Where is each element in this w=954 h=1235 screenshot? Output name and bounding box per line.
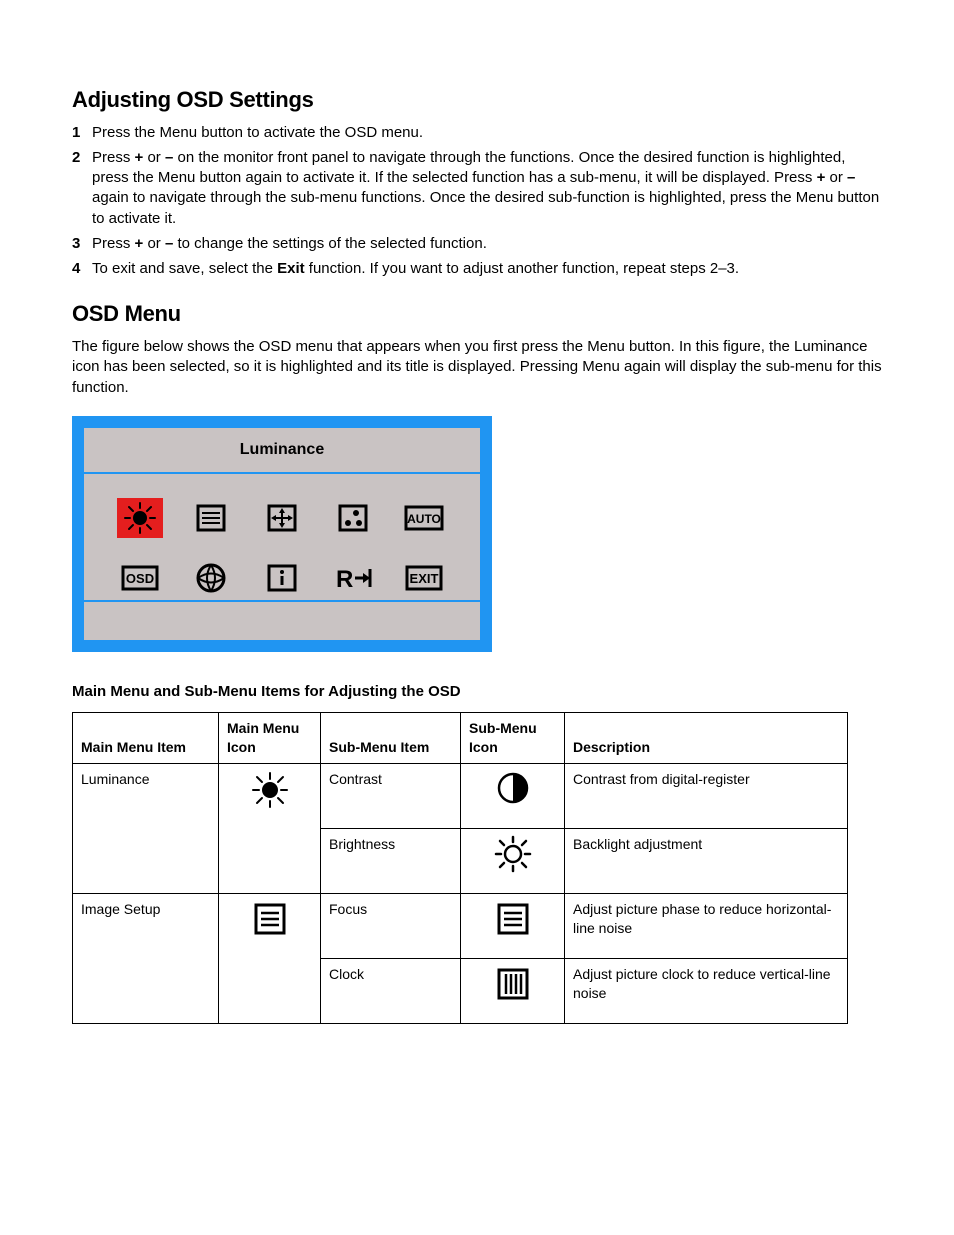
osd-footer	[84, 602, 480, 640]
image-setup-icon	[188, 498, 234, 538]
osd-intro-text: The figure below shows the OSD menu that…	[72, 337, 886, 398]
cell-main-item: Image Setup	[73, 893, 219, 1023]
cell-main-icon	[219, 763, 321, 893]
table-header-row: Main Menu Item Main Menu Icon Sub-Menu I…	[73, 713, 848, 764]
osd-setup-icon: OSD	[117, 558, 163, 598]
step-text: Press + or – to change the settings of t…	[92, 235, 487, 252]
step-2: 2 Press + or – on the monitor front pane…	[72, 148, 886, 229]
step-text: To exit and save, select the Exit functi…	[92, 260, 739, 277]
luminance-icon	[117, 498, 163, 538]
col-sub-item: Sub-Menu Item	[321, 713, 461, 764]
information-icon	[259, 558, 305, 598]
osd-window-figure: Luminance	[72, 416, 492, 652]
focus-icon	[461, 893, 565, 958]
language-icon	[188, 558, 234, 598]
steps-list: 1 Press the Menu button to activate the …	[72, 123, 886, 280]
cell-sub-item: Contrast	[321, 763, 461, 828]
cell-sub-item: Clock	[321, 958, 461, 1023]
brightness-icon	[461, 828, 565, 893]
section-heading-osd-menu: OSD Menu	[72, 299, 886, 329]
svg-text:EXIT: EXIT	[410, 571, 439, 586]
contrast-icon	[461, 763, 565, 828]
cell-description: Adjust picture clock to reduce vertical-…	[565, 958, 848, 1023]
exit-icon: EXIT	[401, 558, 447, 598]
step-1: 1 Press the Menu button to activate the …	[72, 123, 886, 143]
step-text: Press the Menu button to activate the OS…	[92, 124, 423, 141]
step-number: 1	[72, 123, 80, 143]
osd-icon-grid: AUTO OSD	[84, 474, 480, 600]
svg-text:R: R	[336, 566, 353, 593]
cell-description: Backlight adjustment	[565, 828, 848, 893]
step-number: 3	[72, 234, 80, 254]
step-number: 4	[72, 259, 80, 279]
col-sub-icon: Sub-Menu Icon	[461, 713, 565, 764]
step-4: 4 To exit and save, select the Exit func…	[72, 259, 886, 279]
cell-sub-item: Focus	[321, 893, 461, 958]
svg-text:OSD: OSD	[126, 571, 154, 586]
osd-header: Luminance	[84, 428, 480, 472]
table-row: Image Setup Focus Adjust picture pha	[73, 893, 848, 958]
cell-sub-item: Brightness	[321, 828, 461, 893]
step-text: Press + or – on the monitor front panel …	[92, 149, 879, 227]
table-title: Main Menu and Sub-Menu Items for Adjusti…	[72, 682, 886, 702]
clock-icon	[461, 958, 565, 1023]
cell-description: Adjust picture phase to reduce horizonta…	[565, 893, 848, 958]
reset-icon: R	[330, 558, 376, 598]
cell-description: Contrast from digital-register	[565, 763, 848, 828]
table-row: Luminance Contrast	[73, 763, 848, 828]
col-main-icon: Main Menu Icon	[219, 713, 321, 764]
cell-main-item: Luminance	[73, 763, 219, 893]
osd-settings-table: Main Menu Item Main Menu Icon Sub-Menu I…	[72, 712, 848, 1024]
step-3: 3 Press + or – to change the settings of…	[72, 234, 886, 254]
step-number: 2	[72, 148, 80, 168]
svg-text:AUTO: AUTO	[408, 512, 442, 526]
col-main-item: Main Menu Item	[73, 713, 219, 764]
auto-icon: AUTO	[401, 498, 447, 538]
col-description: Description	[565, 713, 848, 764]
image-position-icon	[259, 498, 305, 538]
color-temp-icon	[330, 498, 376, 538]
section-heading-adjusting: Adjusting OSD Settings	[72, 85, 886, 115]
cell-main-icon	[219, 893, 321, 1023]
